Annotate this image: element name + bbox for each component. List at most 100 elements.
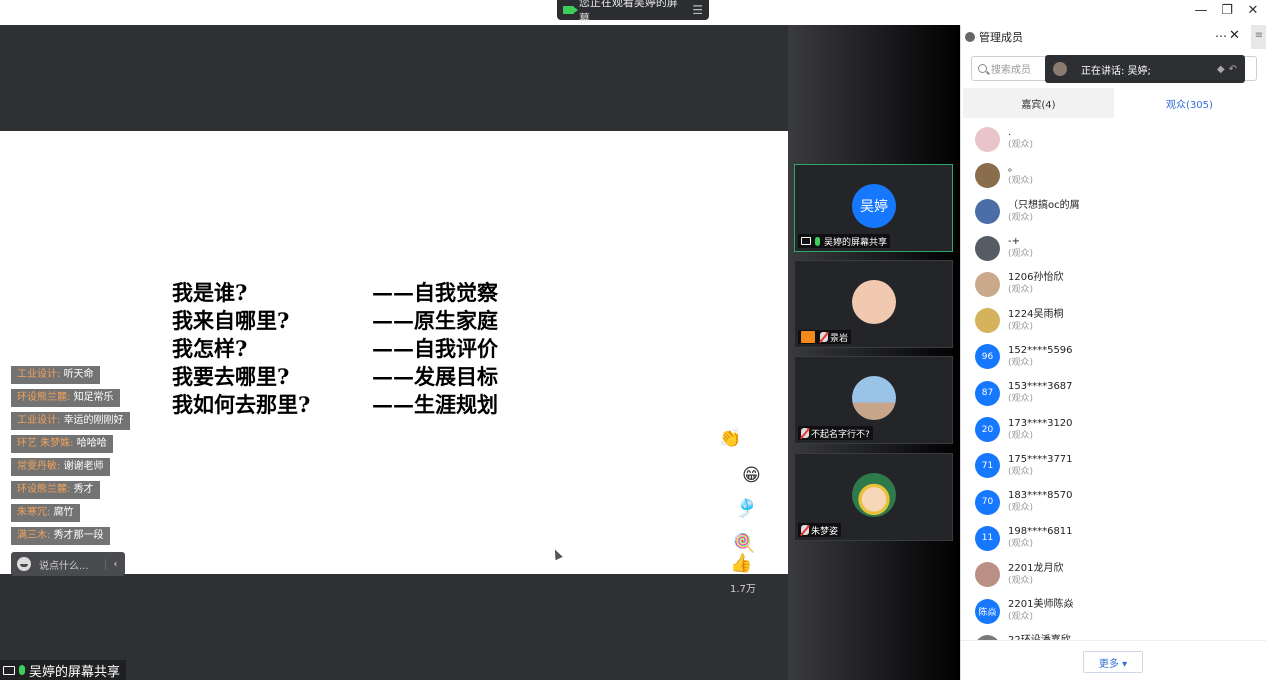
avatar: 吴婷: [852, 184, 896, 228]
list-item[interactable]: -+ (观众): [961, 230, 1266, 266]
member-name: 198****6811: [1008, 526, 1073, 538]
avatar: 70: [975, 489, 1000, 515]
chat-text: 谢谢老师: [63, 461, 104, 472]
slide-answer: ——自我觉察: [372, 280, 498, 305]
chat-input[interactable]: 说点什么... ‹: [11, 552, 125, 576]
chat-user: 常雯丹敏:: [17, 461, 61, 472]
share-banner[interactable]: 您正在观看吴婷的屏幕 ☰: [557, 0, 709, 25]
share-banner-text: 您正在观看吴婷的屏幕: [578, 0, 678, 25]
member-role: (观众): [1008, 249, 1034, 260]
chat-user: 朱寒冗:: [17, 507, 51, 518]
tile-name: 吴婷的屏幕共享: [824, 237, 888, 248]
avatar: [852, 280, 896, 324]
chat-input-placeholder: 说点什么...: [39, 560, 89, 572]
list-item[interactable]: 2201龙月欣 (观众): [961, 557, 1266, 593]
list-item[interactable]: . (观众): [961, 121, 1266, 157]
member-panel: 管理成员 ⋯ ✕ ≡ 搜索成员 正在讲话: 吴婷; ◆ ↶ 嘉宾(4) 观众(30…: [960, 25, 1266, 680]
tile-name: 不起名字行不?: [811, 429, 870, 440]
panel-footer: 更多 ▾: [961, 640, 1266, 680]
screen-share-icon: [801, 237, 811, 245]
slide-content: 我是谁? ——自我觉察 我来自哪里? ——原生家庭 我怎样? ——自我评价 我要去哪里…: [172, 279, 498, 419]
avatar: [975, 271, 1000, 297]
window-controls: — ❐ ✕: [1194, 3, 1260, 18]
member-role: (观众): [1008, 140, 1034, 151]
list-item[interactable]: 20 173****3120 (观众): [961, 411, 1266, 447]
restore-button[interactable]: ❐: [1220, 3, 1234, 18]
member-tabs: 嘉宾(4) 观众(305): [963, 88, 1265, 118]
member-name: 2201龙月欣: [1008, 562, 1064, 574]
mic-icon: [19, 665, 25, 675]
chat-message: 工业设计: 听天命: [11, 366, 100, 384]
user-icon: [801, 331, 815, 343]
member-name: 152****5596: [1008, 344, 1073, 356]
pin-icon[interactable]: ◆: [1217, 64, 1225, 75]
speaker-avatar: [1053, 62, 1067, 76]
tab-audience[interactable]: 观众(305): [1114, 88, 1265, 118]
member-role: (观众): [1008, 212, 1034, 223]
slide-question: 我要去哪里?: [172, 364, 290, 389]
video-tile[interactable]: 不起名字行不?: [794, 356, 953, 444]
tile-name: 景岩: [830, 333, 849, 344]
panel-header: 管理成员 ⋯ ✕ ≡: [961, 25, 1266, 49]
list-item[interactable]: 1206孙怡欣 (观众): [961, 266, 1266, 302]
avatar: [975, 126, 1000, 152]
member-role: (观众): [1008, 539, 1034, 550]
collapse-chat-button[interactable]: ‹: [105, 558, 125, 570]
avatar: 陈焱: [975, 598, 1000, 624]
emoji-icon[interactable]: [17, 557, 31, 571]
list-item[interactable]: 11 198****6811 (观众): [961, 520, 1266, 556]
member-name: 1224吴雨桐: [1008, 308, 1064, 320]
list-item[interactable]: 70 183****8570 (观众): [961, 484, 1266, 520]
member-role: (观众): [1008, 394, 1034, 405]
like-count: 1.7万: [730, 584, 756, 595]
video-tile[interactable]: 景岩: [794, 260, 953, 348]
list-item[interactable]: 22环设潘嘉欣(观众): [961, 629, 1266, 640]
member-name: .: [1008, 127, 1012, 139]
like-button-icon[interactable]: 👍: [730, 553, 752, 574]
tile-label: 景岩: [798, 330, 852, 344]
list-item[interactable]: 。 (观众): [961, 157, 1266, 193]
user-icon: [965, 32, 975, 42]
member-role: (观众): [1008, 612, 1034, 622]
close-button[interactable]: ✕: [1246, 3, 1260, 18]
speaking-indicator: 正在讲话: 吴婷; ◆ ↶: [1045, 55, 1245, 83]
tab-guests[interactable]: 嘉宾(4): [963, 88, 1114, 118]
list-item[interactable]: 87 153****3687 (观众): [961, 375, 1266, 411]
chat-user: 环艺 朱梦姝:: [17, 438, 74, 449]
close-panel-button[interactable]: ✕: [1229, 28, 1240, 43]
slide-question: 我如何去那里?: [172, 392, 311, 417]
list-item[interactable]: （只想搞oc的屑 (观众): [961, 194, 1266, 230]
list-item[interactable]: 71 175****3771 (观众): [961, 448, 1266, 484]
list-item[interactable]: 陈焱 2201美师陈焱 (观众): [961, 593, 1266, 629]
chat-message: 工业设计: 幸运的刚刚好: [11, 412, 130, 430]
stage-label-text: 吴婷的屏幕共享: [29, 664, 121, 680]
list-item[interactable]: 1224吴雨桐 (观众): [961, 302, 1266, 338]
avatar: 96: [975, 344, 1000, 370]
chat-text: 幸运的刚刚好: [63, 415, 124, 426]
menu-icon[interactable]: ☰: [692, 3, 703, 17]
slide-answer: ——发展目标: [372, 364, 498, 389]
video-tile[interactable]: 朱梦姿: [794, 453, 953, 541]
lollipop-reaction-icon: 🍭: [733, 533, 756, 554]
reply-icon[interactable]: ↶: [1229, 64, 1237, 75]
chat-user: 工业设计:: [17, 415, 61, 426]
chat-message: 常雯丹敏: 谢谢老师: [11, 458, 110, 476]
avatar: [975, 235, 1000, 261]
member-name: 。: [1008, 163, 1018, 175]
mic-muted-icon: [801, 428, 809, 438]
more-members-button[interactable]: 更多 ▾: [1083, 651, 1143, 673]
chat-user: 满三木:: [17, 530, 51, 541]
slide-question: 我怎样?: [172, 336, 248, 361]
side-menu-icon[interactable]: ≡: [1251, 25, 1266, 49]
video-tile[interactable]: 吴婷 吴婷的屏幕共享: [794, 164, 953, 252]
avatar: 11: [975, 525, 1000, 551]
more-options-icon[interactable]: ⋯: [1215, 29, 1227, 43]
list-item[interactable]: 96 152****5596 (观众): [961, 339, 1266, 375]
chat-overlay: 工业设计: 听天命 环设熊兰麓: 知足常乐 工业设计: 幸运的刚刚好 环艺 朱梦…: [11, 366, 130, 550]
member-name: 1206孙怡欣: [1008, 272, 1064, 284]
avatar: 71: [975, 453, 1000, 479]
chat-user: 环设熊兰麓:: [17, 392, 71, 403]
minimize-button[interactable]: —: [1194, 3, 1208, 18]
mic-muted-icon: [820, 332, 828, 342]
slide-answer: ——自我评价: [372, 336, 498, 361]
